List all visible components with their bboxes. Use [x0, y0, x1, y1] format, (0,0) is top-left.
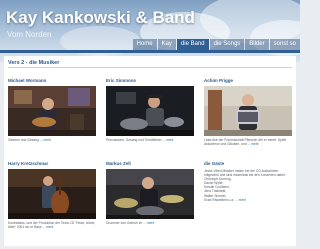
section-divider	[8, 67, 292, 68]
guests-intro: Jesse Villed Musiker haben bei der CD Au…	[204, 169, 286, 178]
nav-item-kay[interactable]: Kay	[157, 39, 176, 50]
guest-item: Svan Riskeblein u.a. ... mehr	[204, 197, 247, 202]
musician-name[interactable]: Achim Prigge	[204, 78, 292, 84]
musician-card: Michael Wormann Gitarren und Gesang ... …	[8, 78, 96, 142]
photo-achim	[204, 86, 292, 136]
guests-text: Jesse Villed Musiker haben bei der CD Au…	[204, 169, 292, 202]
nav-item-home[interactable]: Home	[132, 39, 157, 50]
nav-item-die-songs[interactable]: die Songs	[209, 39, 245, 50]
photo-harry	[8, 169, 96, 219]
guests-title[interactable]: die Gäste	[204, 161, 292, 167]
nav-item-die-band[interactable]: die Band	[176, 39, 209, 50]
musician-card: Eric Simmons Percussions, Gesang und Ton…	[106, 78, 194, 142]
musician-photo[interactable]	[204, 86, 292, 136]
nav-underline	[0, 50, 300, 53]
musician-photo[interactable]	[8, 86, 96, 136]
nav-item-bilder[interactable]: Bilder	[245, 39, 269, 50]
musician-photo[interactable]	[106, 86, 194, 136]
more-link[interactable]: ... mehr	[40, 138, 51, 142]
musician-card: Markus Zell Drummer von Gebruh im ... me…	[106, 161, 194, 225]
musician-caption: Kontrabass, und der Produktion der Tesla…	[8, 221, 96, 229]
more-link[interactable]: ... mehr	[42, 225, 53, 229]
more-link[interactable]: ... mehr	[143, 221, 154, 225]
photo-markus	[106, 169, 194, 219]
musician-name[interactable]: Eric Simmons	[106, 78, 194, 84]
musician-photo[interactable]	[106, 169, 194, 219]
main-nav: Home Kay die Band die Songs Bilder sonst…	[132, 39, 300, 50]
photo-eric	[106, 86, 194, 136]
musician-name[interactable]: Markus Zell	[106, 161, 194, 167]
site-subtitle: Vom Norden	[7, 30, 52, 39]
main-content: Vers 2 - die Musiker Michael Wormann Git…	[4, 56, 296, 246]
musician-caption: Drummer von Gebruh im ... mehr	[106, 221, 155, 225]
musician-caption: Percussions, Gesang und Tontüftelein ...…	[106, 138, 174, 142]
photo-michael	[8, 86, 96, 136]
nav-item-sonst-so[interactable]: sonst so	[269, 39, 300, 50]
guests-card: die Gäste Jesse Villed Musiker haben bei…	[204, 161, 292, 202]
site-title[interactable]: Kay Kankowski & Band	[6, 8, 195, 28]
musician-card: Achim Prigge Lead Axe der Freundschaft P…	[204, 78, 292, 146]
more-link[interactable]: ... mehr	[235, 198, 246, 202]
musician-card: Harry Kretzschmar Kontrabass, und der Pr…	[8, 161, 96, 229]
musician-name[interactable]: Michael Wormann	[8, 78, 96, 84]
musician-name[interactable]: Harry Kretzschmar	[8, 161, 96, 167]
musician-caption: Lead Axe der Freundschaft Pfennich der e…	[204, 138, 287, 146]
section-title: Vers 2 - die Musiker	[8, 60, 60, 66]
musician-photo[interactable]	[8, 169, 96, 219]
more-link[interactable]: ... mehr	[162, 138, 173, 142]
more-link[interactable]: ... mehr	[247, 142, 258, 146]
musician-caption: Gitarren und Gesang ... mehr	[8, 138, 51, 142]
site-header: Kay Kankowski & Band Vom Norden Home Kay…	[0, 0, 300, 62]
